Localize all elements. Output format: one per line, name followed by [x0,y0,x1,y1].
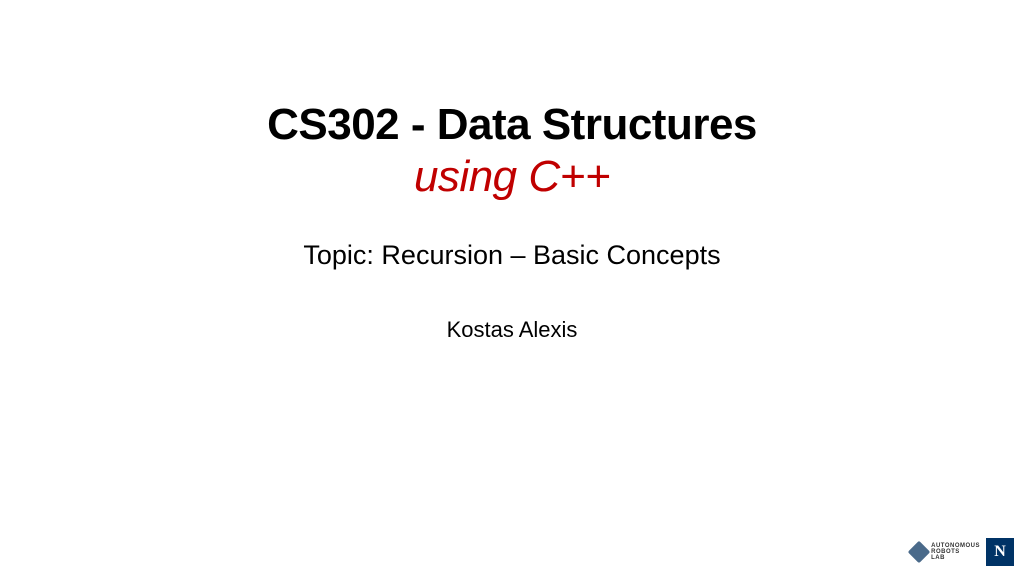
lab-logo: AUTONOMOUS ROBOTS LAB [911,543,980,561]
university-logo: N [986,538,1014,566]
author-name: Kostas Alexis [447,317,578,343]
slide-container: CS302 - Data Structures using C++ Topic:… [0,0,1024,576]
lab-icon [908,541,931,564]
topic-text: Topic: Recursion – Basic Concepts [303,240,720,271]
lab-text: AUTONOMOUS ROBOTS LAB [931,543,980,561]
footer-logos: AUTONOMOUS ROBOTS LAB N [911,538,1014,566]
course-title: CS302 - Data Structures [267,100,757,150]
course-subtitle: using C++ [414,152,610,202]
lab-text-line3: LAB [931,555,980,561]
